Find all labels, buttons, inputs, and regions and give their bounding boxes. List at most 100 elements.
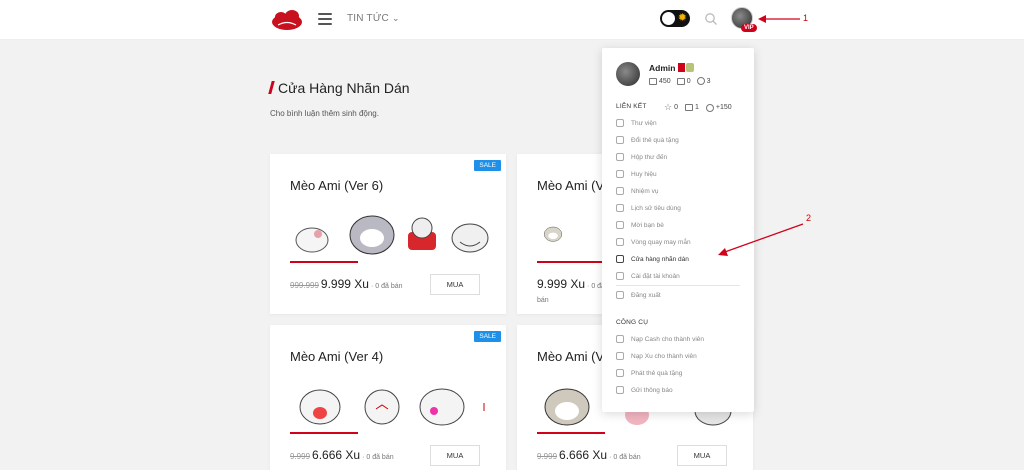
code-icon [616, 136, 624, 144]
menu-item-account-settings[interactable]: Cài đặt tài khoản [616, 272, 680, 280]
menu-item-issue-gift-card[interactable]: Phát thẻ quà tặng [616, 369, 682, 377]
page-title-text: Cửa Hàng Nhãn Dán [278, 80, 410, 96]
news-dropdown[interactable]: TIN TỨC ⌄ [347, 13, 400, 24]
sticker-card[interactable]: Mèo Ami (Ver 6) SALE 999.999 9.999 Xu · 0 … [270, 154, 506, 314]
bookmark-icon [616, 119, 624, 127]
star-icon: ☆ [664, 102, 673, 112]
sticker-card[interactable]: Mèo Ami (V 9.999 Xu · 0 đã bán [517, 154, 607, 314]
current-price: 6.666 Xu [559, 448, 608, 462]
card-icon [649, 77, 657, 85]
cash-icon [696, 77, 705, 85]
sold-count: · 0 đã bán [362, 454, 394, 461]
card-title: Mèo Ami (V [537, 349, 605, 364]
menu-item-label: Gửi thông báo [631, 386, 673, 394]
card-price: 9.999 6.666 Xu · 0 đã bán [537, 448, 641, 462]
current-price: 9.999 Xu [537, 277, 586, 291]
user-icon [616, 272, 624, 280]
sticker-preview [299, 388, 485, 426]
cart-icon [616, 255, 624, 263]
menu-item-label: Đổi thẻ quà tặng [631, 136, 679, 144]
sticker-preview [295, 215, 489, 255]
mail-icon [616, 386, 624, 394]
menu-item-logout[interactable]: Đăng xuất [616, 291, 661, 299]
toggle-knob [662, 12, 675, 25]
page-subtitle: Cho bình luận thêm sinh động. [270, 109, 379, 118]
database-icon [616, 335, 624, 343]
sold-count: · 0 đã bán [370, 283, 403, 290]
history-count: +150 [715, 104, 732, 111]
current-price: 6.666 Xu [312, 448, 361, 462]
card-divider [290, 432, 358, 434]
card-price: 9.999 6.666 Xu · 0 đã bán [290, 448, 394, 462]
menu-item-library[interactable]: Thư viện [616, 119, 657, 127]
menu-item-topup-cash[interactable]: Nạp Cash cho thành viên [616, 335, 704, 343]
menu-item-badges[interactable]: Huy hiệu [616, 170, 657, 178]
theme-toggle[interactable]: ✹ [660, 10, 690, 27]
menu-item-inbox[interactable]: Hộp thư đến [616, 153, 667, 161]
menu-item-redeem-gift[interactable]: Đổi thẻ quà tặng [616, 136, 679, 144]
menu-item-invite-friends[interactable]: Mời bạn bè [616, 221, 664, 229]
level-badge-icon [678, 63, 686, 72]
menu-item-label: Nhiệm vụ [631, 187, 659, 195]
code-icon [616, 369, 624, 377]
menu-item-label: Cửa hàng nhãn dán [631, 255, 689, 263]
achievement-badge-icon [686, 63, 695, 72]
page-title: Cửa Hàng Nhãn Dán [268, 80, 410, 96]
annotation-arrows [718, 15, 804, 256]
annotation-label-2: 2 [806, 213, 812, 223]
card-price: 999.999 9.999 Xu · 0 đã bán [290, 277, 403, 291]
menu-item-topup-xu[interactable]: Nạp Xu cho thành viên [616, 352, 697, 360]
buy-button[interactable]: MUA [430, 445, 480, 466]
user-stats: 450 0 3 [649, 77, 711, 85]
logout-icon [616, 291, 624, 299]
top-header: TIN TỨC ⌄ ✹ VIP [0, 0, 1024, 40]
menu-item-lucky-wheel[interactable]: Vòng quay may mắn [616, 238, 691, 246]
menu-item-label: Nạp Cash cho thành viên [631, 335, 704, 343]
comments-count: 1 [694, 104, 699, 111]
badge-icon [616, 170, 624, 178]
menu-item-label: Lịch sử tiêu dùng [631, 204, 681, 212]
menu-item-label: Thư viện [631, 119, 657, 127]
card-title: Mèo Ami (Ver 4) [290, 349, 384, 364]
old-price: 9.999 [537, 452, 558, 461]
current-price: 9.999 Xu [320, 277, 369, 291]
menu-item-send-notification[interactable]: Gửi thông báo [616, 386, 673, 394]
buy-button[interactable]: MUA [430, 274, 480, 295]
buy-button[interactable]: MUA [677, 445, 727, 466]
search-icon[interactable] [704, 12, 718, 26]
vip-badge: VIP [741, 24, 757, 32]
user-avatar-button[interactable]: VIP [731, 7, 757, 32]
menu-item-label: Mời bạn bè [631, 221, 664, 229]
news-label: TIN TỨC [347, 13, 389, 24]
card-divider [537, 432, 605, 434]
sale-badge: SALE [474, 331, 501, 342]
sticker-card[interactable]: Mèo Ami (Ver 4) SALE 9.999 6.666 Xu · 0 đã… [270, 325, 506, 470]
sold-count: · 0 đã bán [609, 454, 641, 461]
user-name-text: Admin [649, 63, 676, 73]
menu-item-spending-history[interactable]: Lịch sử tiêu dùng [616, 204, 681, 212]
site-logo[interactable] [270, 7, 304, 33]
cards-count: 450 [659, 77, 671, 85]
menu-item-missions[interactable]: Nhiệm vụ [616, 187, 658, 195]
sale-badge: SALE [474, 160, 501, 171]
annotation-label-1: 1 [803, 13, 809, 23]
card-icon [616, 352, 624, 360]
link-stats: ☆ 0 1 +150 [664, 102, 732, 113]
share-icon [616, 221, 624, 229]
chevron-down-icon: ⌄ [391, 13, 400, 23]
title-accent-bar [268, 81, 275, 94]
menu-item-label: Huy hiệu [631, 170, 657, 178]
sun-icon: ✹ [677, 12, 687, 24]
menu-icon[interactable] [318, 13, 332, 25]
grid-icon [616, 187, 624, 195]
database-icon [676, 77, 685, 85]
menu-item-label: Vòng quay may mắn [631, 238, 691, 246]
wheel-icon [616, 238, 624, 246]
xu-count: 0 [686, 77, 691, 85]
menu-item-sticker-shop[interactable]: Cửa hàng nhãn dán [616, 255, 689, 263]
card-title: Mèo Ami (V [537, 178, 605, 193]
menu-item-label: Nạp Xu cho thành viên [631, 352, 697, 360]
user-dropdown-menu: Admin 450 0 3 LIÊN KẾT ☆ 0 1 +150 Thư việ… [602, 48, 754, 412]
old-price: 999.999 [290, 281, 319, 290]
links-section-title: LIÊN KẾT [616, 103, 647, 110]
